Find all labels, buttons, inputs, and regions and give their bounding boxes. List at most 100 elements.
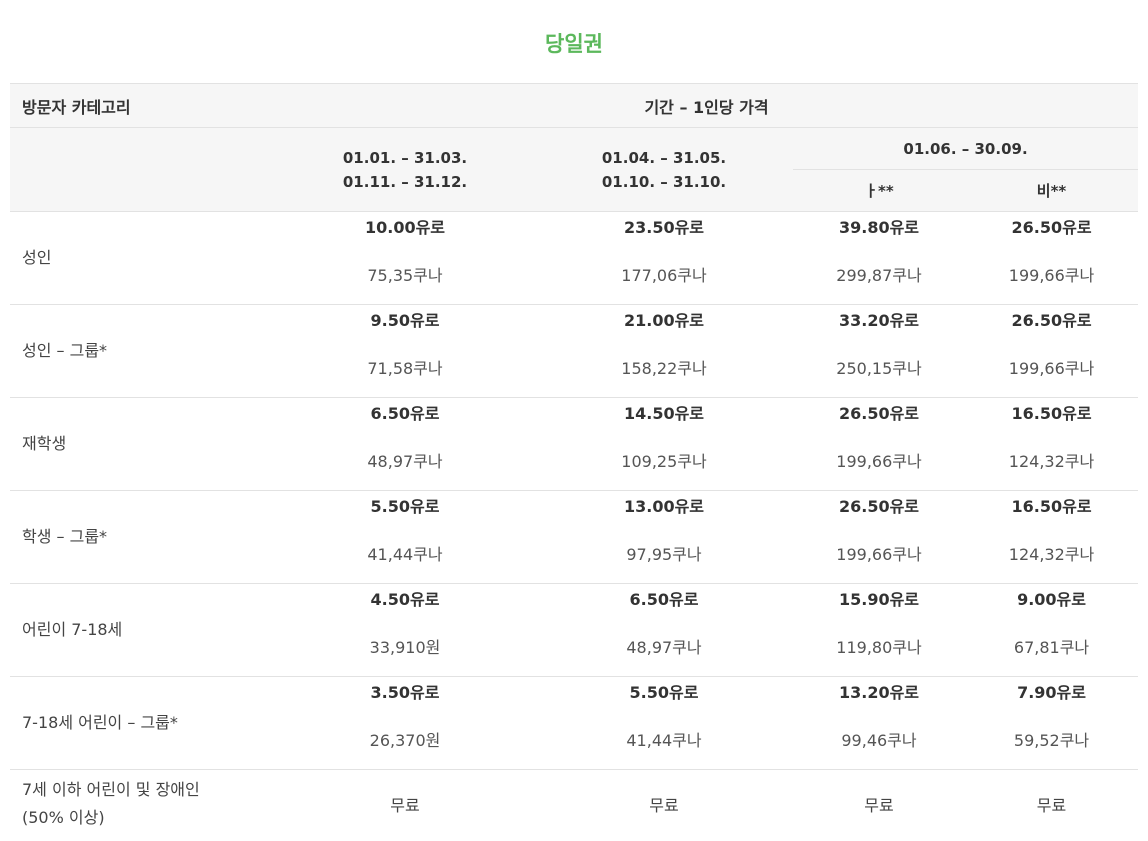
price-eur: 9.50유로 — [370, 311, 440, 330]
price-cell: 16.50유로 124,32쿠나 — [965, 490, 1139, 584]
period-header: 기간 – 1인당 가격 — [275, 83, 1139, 128]
price-eur: 15.90유로 — [838, 590, 920, 609]
table-row: 7-18세 어린이 – 그룹* 3.50유로 26,370원 5.50유로 41,4… — [10, 676, 1139, 770]
price-local: 48,97쿠나 — [367, 452, 443, 471]
price-eur: 16.50유로 — [1011, 404, 1092, 423]
row-category-line-1: 7세 이하 어린이 및 장애인 — [22, 779, 200, 799]
price-local: 299,87쿠나 — [836, 266, 922, 285]
price-cell: 23.50유로 177,06쿠나 — [535, 211, 793, 305]
free-cell: 무료 — [793, 770, 965, 838]
empty-header-cell — [10, 127, 275, 212]
range-header-1: 01.01. – 31.03. 01.11. – 31.12. — [275, 127, 535, 212]
range-1-line-2: 01.11. – 31.12. — [342, 172, 468, 191]
price-local: 124,32쿠나 — [1008, 545, 1095, 564]
price-cell: 13.00유로 97,95쿠나 — [535, 490, 793, 584]
price-eur: 5.50유로 — [370, 497, 440, 516]
price-local: 199,66쿠나 — [836, 452, 922, 471]
row-category: 성인 — [10, 211, 275, 305]
price-local: 67,81쿠나 — [1013, 638, 1090, 657]
price-cell: 33.20유로 250,15쿠나 — [793, 304, 965, 398]
price-eur: 26.50유로 — [1011, 218, 1092, 237]
free-label: 무료 — [864, 795, 894, 815]
price-local: 109,25쿠나 — [621, 452, 707, 471]
header-row: 방문자 카테고리 기간 – 1인당 가격 — [10, 83, 1139, 128]
price-eur: 7.90유로 — [1017, 683, 1086, 702]
price-eur: 6.50유로 — [629, 590, 699, 609]
range-header-2: 01.04. – 31.05. 01.10. – 31.10. — [535, 127, 793, 212]
row-category: 재학생 — [10, 397, 275, 491]
free-cell: 무료 — [965, 770, 1138, 838]
price-cell: 14.50유로 109,25쿠나 — [535, 397, 793, 491]
row-category: 성인 – 그룹* — [10, 304, 275, 398]
price-eur: 4.50유로 — [370, 590, 440, 609]
free-cell: 무료 — [535, 770, 793, 838]
range-1-line-1: 01.01. – 31.03. — [342, 148, 468, 167]
price-eur: 10.00유로 — [364, 218, 446, 237]
price-cell: 10.00유로 75,35쿠나 — [275, 211, 535, 305]
price-eur: 39.80유로 — [838, 218, 920, 237]
price-local: 250,15쿠나 — [836, 359, 922, 378]
date-range-row: 01.01. – 31.03. 01.11. – 31.12. 01.04. –… — [10, 127, 1139, 212]
range-header-3: 01.06. – 30.09. — [793, 127, 1139, 170]
row-category: 7세 이하 어린이 및 장애인 (50% 이상) — [10, 770, 275, 838]
table-row: 성인 – 그룹* 9.50유로 71,58쿠나 21.00유로 158,22쿠나 3… — [10, 304, 1139, 398]
price-eur: 16.50유로 — [1011, 497, 1092, 516]
price-eur: 13.00유로 — [623, 497, 705, 516]
season-header-1: ㅏ** — [793, 169, 965, 212]
free-cell: 무료 — [275, 770, 535, 838]
price-eur: 33.20유로 — [838, 311, 920, 330]
row-category: 어린이 7-18세 — [10, 583, 275, 677]
season-header-2: 비** — [965, 169, 1139, 212]
price-cell: 4.50유로 33,910원 — [275, 583, 535, 677]
table-row: 성인 10.00유로 75,35쿠나 23.50유로 177,06쿠나 39.80유… — [10, 211, 1139, 305]
price-eur: 14.50유로 — [623, 404, 705, 423]
price-local: 41,44쿠나 — [626, 731, 702, 750]
free-label: 무료 — [390, 795, 420, 815]
price-table: 방문자 카테고리 기간 – 1인당 가격 01.01. – 31.03. 01.… — [10, 83, 1139, 838]
price-local: 48,97쿠나 — [626, 638, 702, 657]
price-cell: 6.50유로 48,97쿠나 — [535, 583, 793, 677]
table-row: 어린이 7-18세 4.50유로 33,910원 6.50유로 48,97쿠나 15… — [10, 583, 1139, 677]
price-local: 75,35쿠나 — [367, 266, 443, 285]
free-label: 무료 — [649, 795, 679, 815]
price-cell: 16.50유로 124,32쿠나 — [965, 397, 1139, 491]
price-cell: 3.50유로 26,370원 — [275, 676, 535, 770]
free-label: 무료 — [1036, 795, 1067, 815]
row-category-line-2: (50% 이상) — [22, 807, 105, 827]
price-local: 177,06쿠나 — [621, 266, 707, 285]
price-cell: 15.90유로 119,80쿠나 — [793, 583, 965, 677]
price-cell: 9.50유로 71,58쿠나 — [275, 304, 535, 398]
row-category: 학생 – 그룹* — [10, 490, 275, 584]
price-local: 199,66쿠나 — [1008, 359, 1095, 378]
price-eur: 26.50유로 — [838, 404, 920, 423]
price-eur: 23.50유로 — [623, 218, 705, 237]
price-cell: 13.20유로 99,46쿠나 — [793, 676, 965, 770]
price-cell: 5.50유로 41,44쿠나 — [275, 490, 535, 584]
price-local: 199,66쿠나 — [836, 545, 922, 564]
table-row: 재학생 6.50유로 48,97쿠나 14.50유로 109,25쿠나 26.50유… — [10, 397, 1139, 491]
price-local: 119,80쿠나 — [836, 638, 922, 657]
price-eur: 3.50유로 — [370, 683, 440, 702]
category-header: 방문자 카테고리 — [10, 83, 275, 128]
price-local: 158,22쿠나 — [621, 359, 707, 378]
price-cell: 7.90유로 59,52쿠나 — [965, 676, 1139, 770]
price-local: 199,66쿠나 — [1008, 266, 1095, 285]
range-2-line-2: 01.10. – 31.10. — [601, 172, 727, 191]
price-cell: 9.00유로 67,81쿠나 — [965, 583, 1139, 677]
price-local: 124,32쿠나 — [1008, 452, 1095, 471]
price-cell: 5.50유로 41,44쿠나 — [535, 676, 793, 770]
price-local: 41,44쿠나 — [367, 545, 443, 564]
price-cell: 21.00유로 158,22쿠나 — [535, 304, 793, 398]
row-category: 7-18세 어린이 – 그룹* — [10, 676, 275, 770]
price-eur: 21.00유로 — [623, 311, 705, 330]
price-cell: 26.50유로 199,66쿠나 — [965, 304, 1139, 398]
price-local: 71,58쿠나 — [367, 359, 443, 378]
table-row-free: 7세 이하 어린이 및 장애인 (50% 이상) 무료 무료 무료 무료 — [10, 770, 1138, 838]
page-title: 당일권 — [545, 32, 603, 56]
price-eur: 26.50유로 — [838, 497, 920, 516]
price-cell: 26.50유로 199,66쿠나 — [793, 397, 965, 491]
price-eur: 26.50유로 — [1011, 311, 1092, 330]
price-cell: 6.50유로 48,97쿠나 — [275, 397, 535, 491]
price-local: 59,52쿠나 — [1013, 731, 1090, 750]
table-row: 학생 – 그룹* 5.50유로 41,44쿠나 13.00유로 97,95쿠나 26… — [10, 490, 1139, 584]
